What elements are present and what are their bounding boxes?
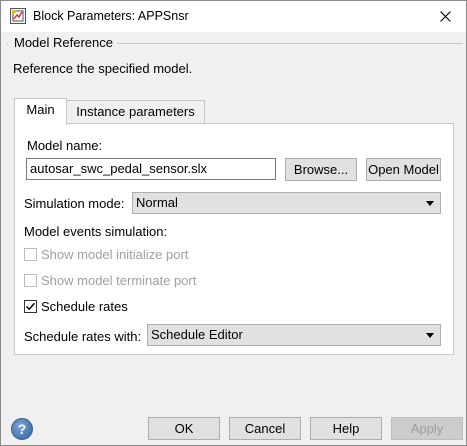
schedule-rates-with-select[interactable]: Schedule Editor	[147, 324, 441, 346]
block-description: Reference the specified model.	[13, 61, 193, 76]
apply-button[interactable]: Apply	[391, 417, 463, 440]
schedule-rates-label: Schedule rates	[41, 299, 128, 314]
window-title: Block Parameters: APPSnsr	[33, 9, 189, 23]
open-model-button[interactable]: Open Model	[366, 158, 441, 181]
tab-main-label: Main	[26, 102, 55, 117]
show-init-port-checkbox[interactable]	[24, 248, 37, 261]
model-name-label: Model name:	[27, 138, 103, 153]
simulation-mode-label: Simulation mode:	[24, 196, 125, 211]
show-init-port-label: Show model initialize port	[41, 247, 189, 262]
cancel-button[interactable]: Cancel	[229, 417, 301, 440]
tab-instance-parameters-label: Instance parameters	[76, 104, 195, 119]
browse-button[interactable]: Browse...	[285, 158, 357, 181]
close-icon	[440, 11, 451, 22]
help-icon[interactable]: ?	[11, 418, 33, 440]
show-term-port-checkbox[interactable]	[24, 274, 37, 287]
model-name-field[interactable]: autosar_swc_pedal_sensor.slx	[26, 158, 276, 180]
schedule-rates-checkbox[interactable]	[24, 300, 37, 313]
help-button[interactable]: Help	[310, 417, 382, 440]
main-tab-panel: Model name: autosar_swc_pedal_sensor.slx…	[14, 123, 454, 355]
simulation-mode-select[interactable]: Normal	[132, 192, 441, 214]
close-button[interactable]	[425, 1, 466, 32]
tab-main[interactable]: Main	[14, 98, 67, 125]
tab-instance-parameters[interactable]: Instance parameters	[66, 100, 205, 123]
model-events-label: Model events simulation:	[24, 224, 168, 239]
simulation-mode-value: Normal	[136, 195, 178, 210]
title-bar: Block Parameters: APPSnsr	[1, 1, 466, 32]
block-parameters-dialog: Block Parameters: APPSnsr Model Referenc…	[0, 0, 467, 446]
chevron-down-icon	[426, 201, 434, 206]
schedule-rates-with-value: Schedule Editor	[151, 327, 243, 342]
checkmark-icon	[25, 302, 36, 311]
chevron-down-icon	[426, 333, 434, 338]
show-term-port-label: Show model terminate port	[41, 273, 197, 288]
ok-button[interactable]: OK	[148, 417, 220, 440]
group-title: Model Reference	[8, 35, 117, 50]
simulink-block-icon	[10, 8, 26, 24]
schedule-rates-with-label: Schedule rates with:	[24, 329, 142, 344]
